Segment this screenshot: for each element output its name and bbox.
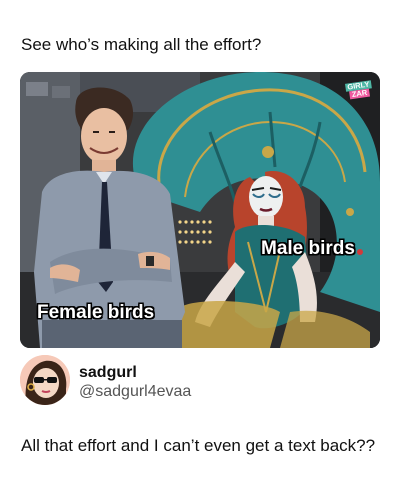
avatar-illustration xyxy=(20,355,70,405)
meme-image: GIRLY ZAR Male birds Female birds xyxy=(20,72,380,348)
brand-watermark-badge: GIRLY ZAR xyxy=(342,76,375,104)
avatar[interactable] xyxy=(20,355,70,405)
post-caption: See who’s making all the effort? xyxy=(21,35,262,54)
male-birds-label: Male birds xyxy=(261,238,355,259)
display-name[interactable]: sadgurl xyxy=(79,364,137,382)
tweet-author[interactable]: sadgurl @sadgurl4evaa xyxy=(20,355,380,407)
tweet-text: All that effort and I can’t even get a t… xyxy=(21,436,376,455)
brand-line-2: ZAR xyxy=(349,87,370,100)
female-birds-label: Female birds xyxy=(37,302,155,323)
user-handle[interactable]: @sadgurl4evaa xyxy=(79,383,191,401)
